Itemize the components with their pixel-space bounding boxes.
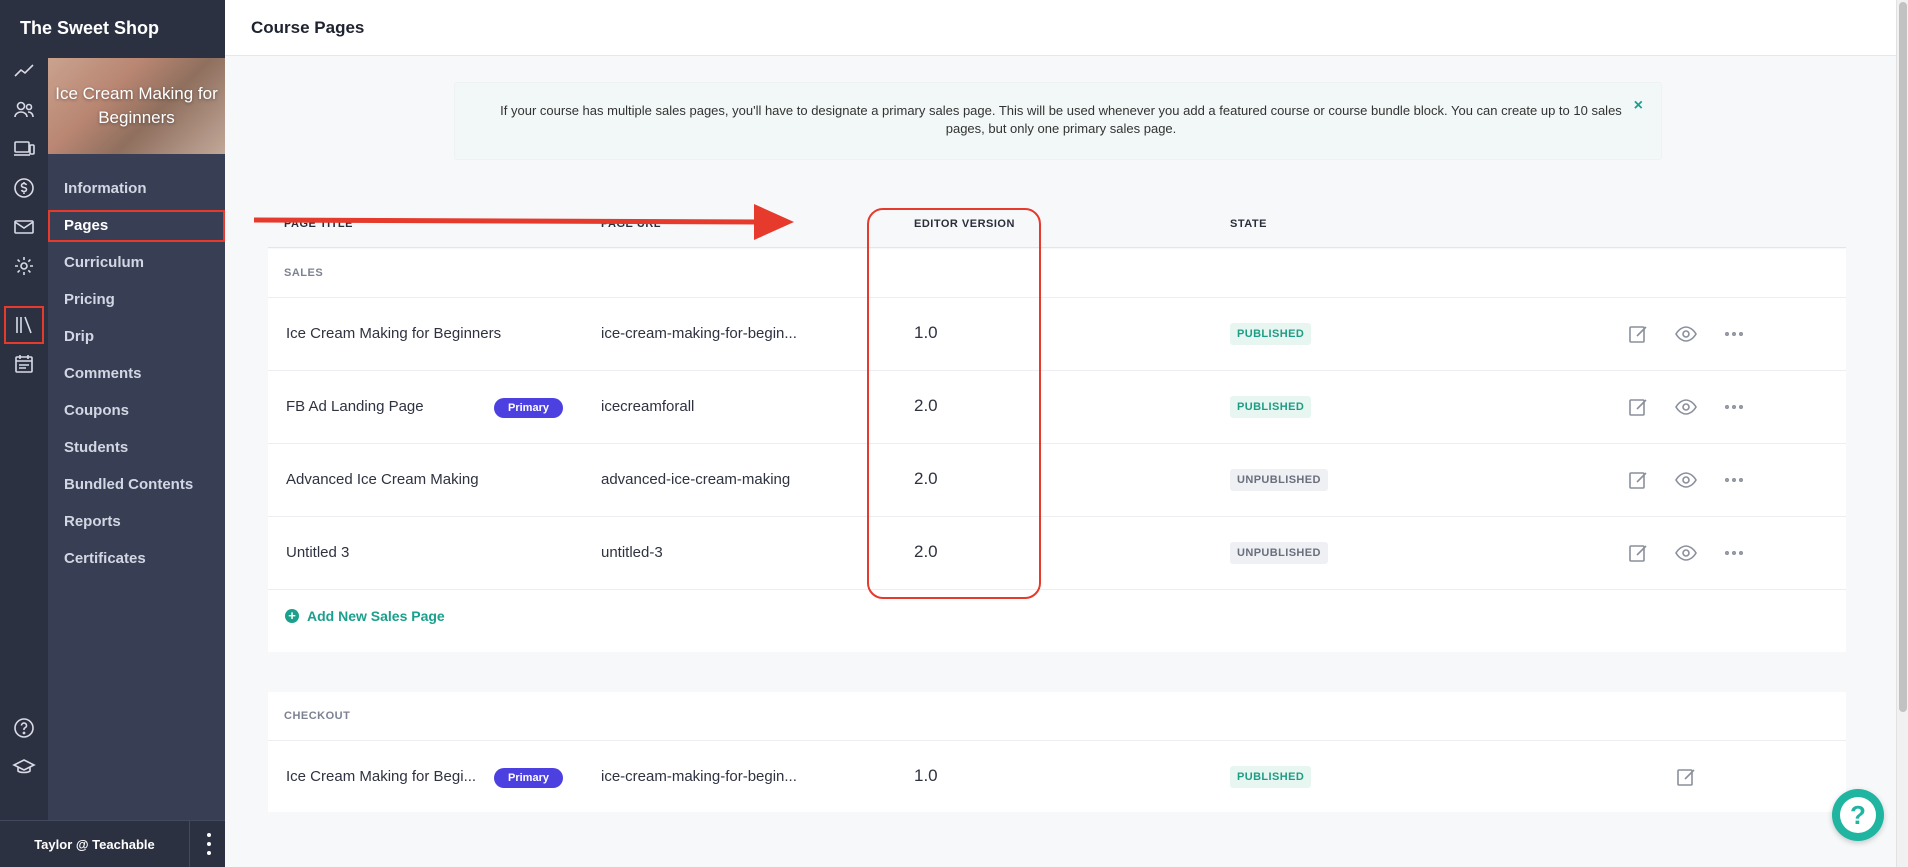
- user-name[interactable]: Taylor @ Teachable: [0, 821, 190, 867]
- status-badge: PUBLISHED: [1230, 323, 1312, 345]
- calendar-icon[interactable]: [0, 345, 48, 383]
- table-row[interactable]: Advanced Ice Cream Making advanced-ice-c…: [268, 443, 1846, 516]
- analytics-icon[interactable]: [0, 52, 48, 90]
- sidebar-item-pages[interactable]: Pages: [48, 210, 225, 242]
- sidebar-item-drip[interactable]: Drip: [48, 321, 225, 353]
- course-thumbnail[interactable]: Ice Cream Making for Beginners: [48, 58, 225, 154]
- site-icon[interactable]: [0, 130, 48, 168]
- more-actions-icon[interactable]: [1722, 322, 1746, 346]
- question-icon: ?: [1840, 797, 1876, 833]
- more-options-icon[interactable]: [205, 833, 213, 855]
- status-badge: PUBLISHED: [1230, 396, 1312, 418]
- page-url-cell: icecreamforall: [601, 398, 695, 415]
- table-row[interactable]: Ice Cream Making for Beginners ice-cream…: [268, 297, 1846, 370]
- sidebar-item-certificates[interactable]: Certificates: [48, 543, 225, 575]
- edit-icon[interactable]: [1626, 541, 1650, 565]
- preview-icon[interactable]: [1674, 468, 1698, 492]
- add-new-sales-page-button[interactable]: + Add New Sales Page: [285, 608, 445, 624]
- sidebar-item-bundled-contents[interactable]: Bundled Contents: [48, 469, 225, 501]
- brand-title[interactable]: The Sweet Shop: [0, 0, 225, 58]
- table-row[interactable]: Ice Cream Making for Begi... Primary ice…: [268, 740, 1846, 813]
- more-actions-icon[interactable]: [1722, 395, 1746, 419]
- col-state: STATE: [1230, 218, 1267, 230]
- primary-badge: Primary: [494, 398, 563, 418]
- page-title-cell: Advanced Ice Cream Making: [286, 471, 479, 488]
- sidebar-item-comments[interactable]: Comments: [48, 358, 225, 390]
- info-notice: If your course has multiple sales pages,…: [454, 82, 1662, 160]
- edit-icon[interactable]: [1626, 395, 1650, 419]
- checkout-pages-card: CHECKOUT Ice Cream Making for Begi... Pr…: [268, 692, 1846, 812]
- page-url-cell: untitled-3: [601, 544, 663, 561]
- edit-icon[interactable]: [1626, 322, 1650, 346]
- sales-icon[interactable]: [0, 169, 48, 207]
- table-row[interactable]: FB Ad Landing Page Primary icecreamforal…: [268, 370, 1846, 443]
- sidebar-item-reports[interactable]: Reports: [48, 506, 225, 538]
- preview-icon[interactable]: [1674, 541, 1698, 565]
- status-badge: UNPUBLISHED: [1230, 469, 1328, 491]
- sidebar-item-information[interactable]: Information: [48, 173, 225, 205]
- sidebar-item-curriculum[interactable]: Curriculum: [48, 247, 225, 279]
- preview-icon[interactable]: [1674, 395, 1698, 419]
- settings-icon[interactable]: [0, 247, 48, 285]
- page-title: Course Pages: [251, 18, 365, 37]
- add-new-sales-page-label: Add New Sales Page: [307, 608, 445, 624]
- page-title-cell: FB Ad Landing Page: [286, 398, 424, 415]
- course-sidebar: Ice Cream Making for Beginners Informati…: [0, 58, 225, 867]
- primary-badge: Primary: [494, 768, 563, 788]
- sidebar-item-students[interactable]: Students: [48, 432, 225, 464]
- page-title-cell: Ice Cream Making for Beginners: [286, 325, 502, 342]
- help-button[interactable]: ?: [1832, 789, 1884, 841]
- course-name: Ice Cream Making for Beginners: [55, 84, 218, 127]
- help-icon[interactable]: [0, 709, 48, 747]
- preview-icon[interactable]: [1674, 322, 1698, 346]
- edit-icon[interactable]: [1674, 765, 1698, 789]
- notice-text: If your course has multiple sales pages,…: [500, 103, 1622, 136]
- sales-pages-card: SALES Ice Cream Making for Beginners ice…: [268, 249, 1846, 652]
- close-icon[interactable]: ×: [1634, 97, 1643, 115]
- add-row: + Add New Sales Page: [268, 589, 1846, 652]
- school-icon[interactable]: [0, 748, 48, 786]
- page-url-cell: advanced-ice-cream-making: [601, 471, 791, 488]
- table-row[interactable]: Untitled 3 untitled-3 2.0 UNPUBLISHED: [268, 516, 1846, 589]
- page-url-cell: ice-cream-making-for-begin...: [601, 768, 797, 785]
- sidebar-item-pricing[interactable]: Pricing: [48, 284, 225, 316]
- section-label-sales: SALES: [284, 267, 324, 279]
- status-badge: UNPUBLISHED: [1230, 542, 1328, 564]
- more-actions-icon[interactable]: [1722, 541, 1746, 565]
- section-label-checkout: CHECKOUT: [284, 710, 351, 722]
- annotation-arrow: [254, 204, 794, 240]
- status-badge: PUBLISHED: [1230, 766, 1312, 788]
- edit-icon[interactable]: [1626, 468, 1650, 492]
- page-header: Course Pages: [225, 0, 1896, 56]
- email-icon[interactable]: [0, 208, 48, 246]
- more-actions-icon[interactable]: [1722, 468, 1746, 492]
- user-footer: Taylor @ Teachable: [0, 820, 225, 867]
- users-icon[interactable]: [0, 91, 48, 129]
- sidebar-item-coupons[interactable]: Coupons: [48, 395, 225, 427]
- editor-version-cell: 1.0: [914, 766, 938, 785]
- page-title-cell: Untitled 3: [286, 544, 350, 561]
- plus-icon: +: [285, 609, 299, 623]
- page-title-cell: Ice Cream Making for Begi...: [286, 768, 477, 785]
- page-url-cell: ice-cream-making-for-begin...: [601, 325, 797, 342]
- scrollbar[interactable]: [1896, 0, 1908, 867]
- library-icon[interactable]: [4, 306, 44, 344]
- annotation-highlight-box: [867, 208, 1041, 599]
